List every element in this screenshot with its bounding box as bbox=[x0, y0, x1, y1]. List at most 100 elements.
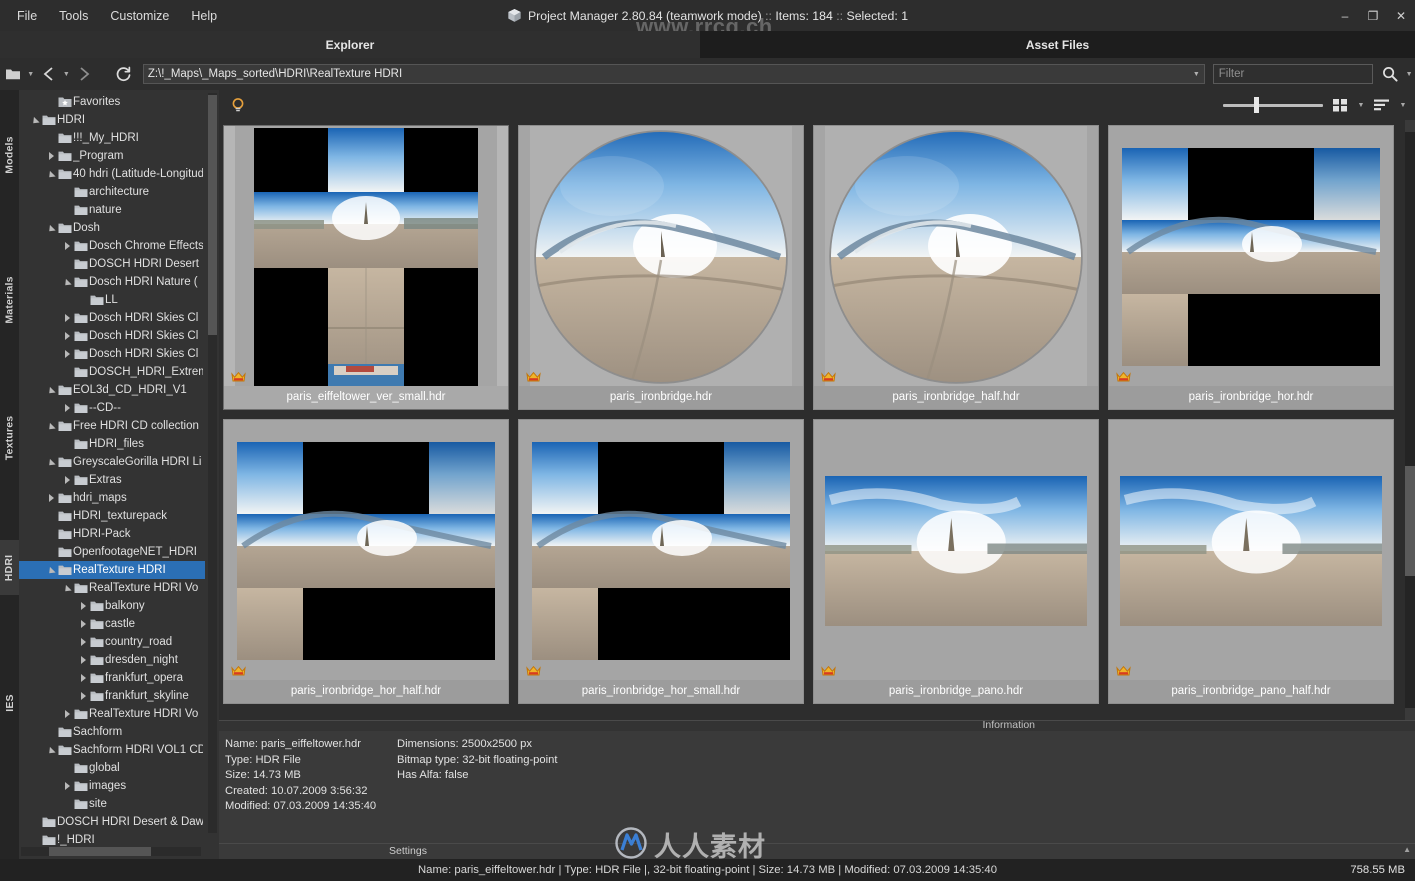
crown-icon[interactable] bbox=[1116, 664, 1131, 676]
tree-node[interactable]: HDRI-Pack bbox=[19, 525, 205, 543]
tree-node[interactable]: Extras bbox=[19, 471, 205, 489]
tree-vertical-scroll-thumb[interactable] bbox=[208, 95, 217, 335]
tree-node[interactable]: nature bbox=[19, 201, 205, 219]
tree-node[interactable]: castle bbox=[19, 615, 205, 633]
tree-node[interactable]: LL bbox=[19, 291, 205, 309]
chevron-down-icon[interactable] bbox=[45, 417, 57, 435]
chevron-right-icon[interactable] bbox=[61, 471, 73, 489]
chevron-right-icon[interactable] bbox=[77, 615, 89, 633]
chevron-down-icon[interactable] bbox=[29, 111, 41, 129]
tree-node[interactable]: RealTexture HDRI bbox=[19, 561, 205, 579]
tree-node[interactable]: architecture bbox=[19, 183, 205, 201]
chevron-down-icon[interactable] bbox=[61, 273, 73, 291]
tree-node[interactable]: HDRI_files bbox=[19, 435, 205, 453]
chevron-down-icon[interactable] bbox=[45, 561, 57, 579]
tree-node[interactable]: DOSCH_HDRI_Extrem bbox=[19, 363, 205, 381]
tree-node[interactable]: frankfurt_opera bbox=[19, 669, 205, 687]
crown-icon[interactable] bbox=[526, 664, 541, 676]
tree-node[interactable]: country_road bbox=[19, 633, 205, 651]
tree-node[interactable]: Free HDRI CD collection bbox=[19, 417, 205, 435]
tree-node[interactable]: GreyscaleGorilla HDRI Li bbox=[19, 453, 205, 471]
chevron-down-icon[interactable] bbox=[45, 381, 57, 399]
tree-node[interactable]: --CD-- bbox=[19, 399, 205, 417]
chevron-right-icon[interactable] bbox=[45, 489, 57, 507]
tree-node[interactable]: Sachform HDRI VOL1 CD bbox=[19, 741, 205, 759]
rail-tab-ies[interactable]: IES bbox=[0, 680, 19, 725]
tree-node[interactable]: frankfurt_skyline bbox=[19, 687, 205, 705]
chevron-right-icon[interactable] bbox=[61, 327, 73, 345]
tree-node[interactable]: images bbox=[19, 777, 205, 795]
chevron-down-icon[interactable] bbox=[45, 453, 57, 471]
path-input[interactable] bbox=[148, 68, 1200, 80]
menu-customize[interactable]: Customize bbox=[99, 5, 180, 27]
tree-node[interactable]: DOSCH HDRI Desert & Daw bbox=[19, 813, 205, 831]
search-dropdown-caret[interactable]: ▼ bbox=[1403, 61, 1415, 87]
tree-node[interactable]: 40 hdri (Latitude-Longitud bbox=[19, 165, 205, 183]
thumbnail-item[interactable]: paris_ironbridge_hor_half.hdr bbox=[223, 419, 509, 704]
thumbnail-item[interactable]: paris_ironbridge_hor.hdr bbox=[1108, 125, 1394, 410]
settings-bar[interactable]: Settings ▲ bbox=[219, 843, 1415, 859]
tree-node[interactable]: balkony bbox=[19, 597, 205, 615]
tab-explorer[interactable]: Explorer bbox=[0, 31, 700, 58]
forward-icon[interactable] bbox=[71, 61, 97, 87]
grid-view-icon[interactable] bbox=[1329, 94, 1351, 116]
tree-node[interactable]: OpenfootageNET_HDRI bbox=[19, 543, 205, 561]
grid-scroll-down-arrow[interactable] bbox=[1405, 708, 1415, 720]
grid-scroll-up-arrow[interactable] bbox=[1405, 120, 1415, 132]
chevron-down-icon[interactable] bbox=[45, 219, 57, 237]
tree-node[interactable]: Dosch HDRI Nature ( bbox=[19, 273, 205, 291]
chevron-right-icon[interactable] bbox=[77, 597, 89, 615]
chevron-down-icon[interactable] bbox=[61, 579, 73, 597]
tree-node[interactable]: RealTexture HDRI Vo bbox=[19, 579, 205, 597]
thumbnail-item[interactable]: paris_ironbridge_pano.hdr bbox=[813, 419, 1099, 704]
tree-node[interactable]: dresden_night bbox=[19, 651, 205, 669]
refresh-icon[interactable] bbox=[111, 61, 137, 87]
chevron-right-icon[interactable] bbox=[61, 345, 73, 363]
crown-icon[interactable] bbox=[526, 370, 541, 382]
filter-box[interactable] bbox=[1213, 64, 1374, 84]
tree-node[interactable]: Dosch Chrome Effects bbox=[19, 237, 205, 255]
tree-node[interactable]: DOSCH HDRI Desert bbox=[19, 255, 205, 273]
rail-tab-models[interactable]: Models bbox=[0, 120, 19, 190]
tree-node[interactable]: HDRI bbox=[19, 111, 205, 129]
settings-expand-caret[interactable]: ▲ bbox=[1403, 845, 1411, 854]
filter-input[interactable] bbox=[1219, 68, 1368, 80]
folder-dropdown-caret[interactable]: ▼ bbox=[26, 61, 36, 87]
crown-icon[interactable] bbox=[821, 370, 836, 382]
menu-help[interactable]: Help bbox=[180, 5, 228, 27]
crown-icon[interactable] bbox=[231, 664, 246, 676]
sort-caret[interactable]: ▼ bbox=[1399, 102, 1407, 109]
tree-vertical-scrollbar[interactable] bbox=[208, 93, 217, 833]
chevron-right-icon[interactable] bbox=[61, 705, 73, 723]
tree-node[interactable]: Dosh bbox=[19, 219, 205, 237]
grid-vertical-scrollbar[interactable] bbox=[1405, 120, 1415, 720]
tree-node[interactable]: RealTexture HDRI Vo bbox=[19, 705, 205, 723]
chevron-right-icon[interactable] bbox=[61, 777, 73, 795]
folder-icon[interactable] bbox=[0, 61, 26, 87]
thumbnail-item[interactable]: paris_ironbridge.hdr bbox=[518, 125, 804, 410]
grid-vertical-scroll-thumb[interactable] bbox=[1405, 466, 1415, 576]
close-button[interactable]: ✕ bbox=[1387, 0, 1415, 31]
menu-file[interactable]: File bbox=[6, 5, 48, 27]
tree-node[interactable]: Dosch HDRI Skies Cl bbox=[19, 309, 205, 327]
chevron-right-icon[interactable] bbox=[45, 147, 57, 165]
address-dropdown-caret[interactable]: ▼ bbox=[1193, 71, 1200, 78]
tree-node[interactable]: site bbox=[19, 795, 205, 813]
chevron-down-icon[interactable] bbox=[45, 165, 57, 183]
chevron-right-icon[interactable] bbox=[61, 237, 73, 255]
rail-tab-textures[interactable]: Textures bbox=[0, 400, 19, 475]
tree-node[interactable]: Sachform bbox=[19, 723, 205, 741]
tree-horizontal-scrollbar[interactable] bbox=[21, 847, 201, 856]
thumbnail-item[interactable]: paris_ironbridge_pano_half.hdr bbox=[1108, 419, 1394, 704]
rail-tab-materials[interactable]: Materials bbox=[0, 260, 19, 340]
tab-asset-files[interactable]: Asset Files bbox=[700, 31, 1415, 58]
search-icon[interactable] bbox=[1377, 61, 1403, 87]
tree-node[interactable]: EOL3d_CD_HDRI_V1 bbox=[19, 381, 205, 399]
tree-horizontal-scroll-thumb[interactable] bbox=[49, 847, 151, 856]
crown-icon[interactable] bbox=[821, 664, 836, 676]
light-bulb-icon[interactable] bbox=[225, 92, 251, 118]
sort-icon[interactable] bbox=[1371, 94, 1393, 116]
tree-node[interactable]: !!!_My_HDRI bbox=[19, 129, 205, 147]
tree-node[interactable]: HDRI_texturepack bbox=[19, 507, 205, 525]
tree-node[interactable]: Dosch HDRI Skies Cl bbox=[19, 327, 205, 345]
